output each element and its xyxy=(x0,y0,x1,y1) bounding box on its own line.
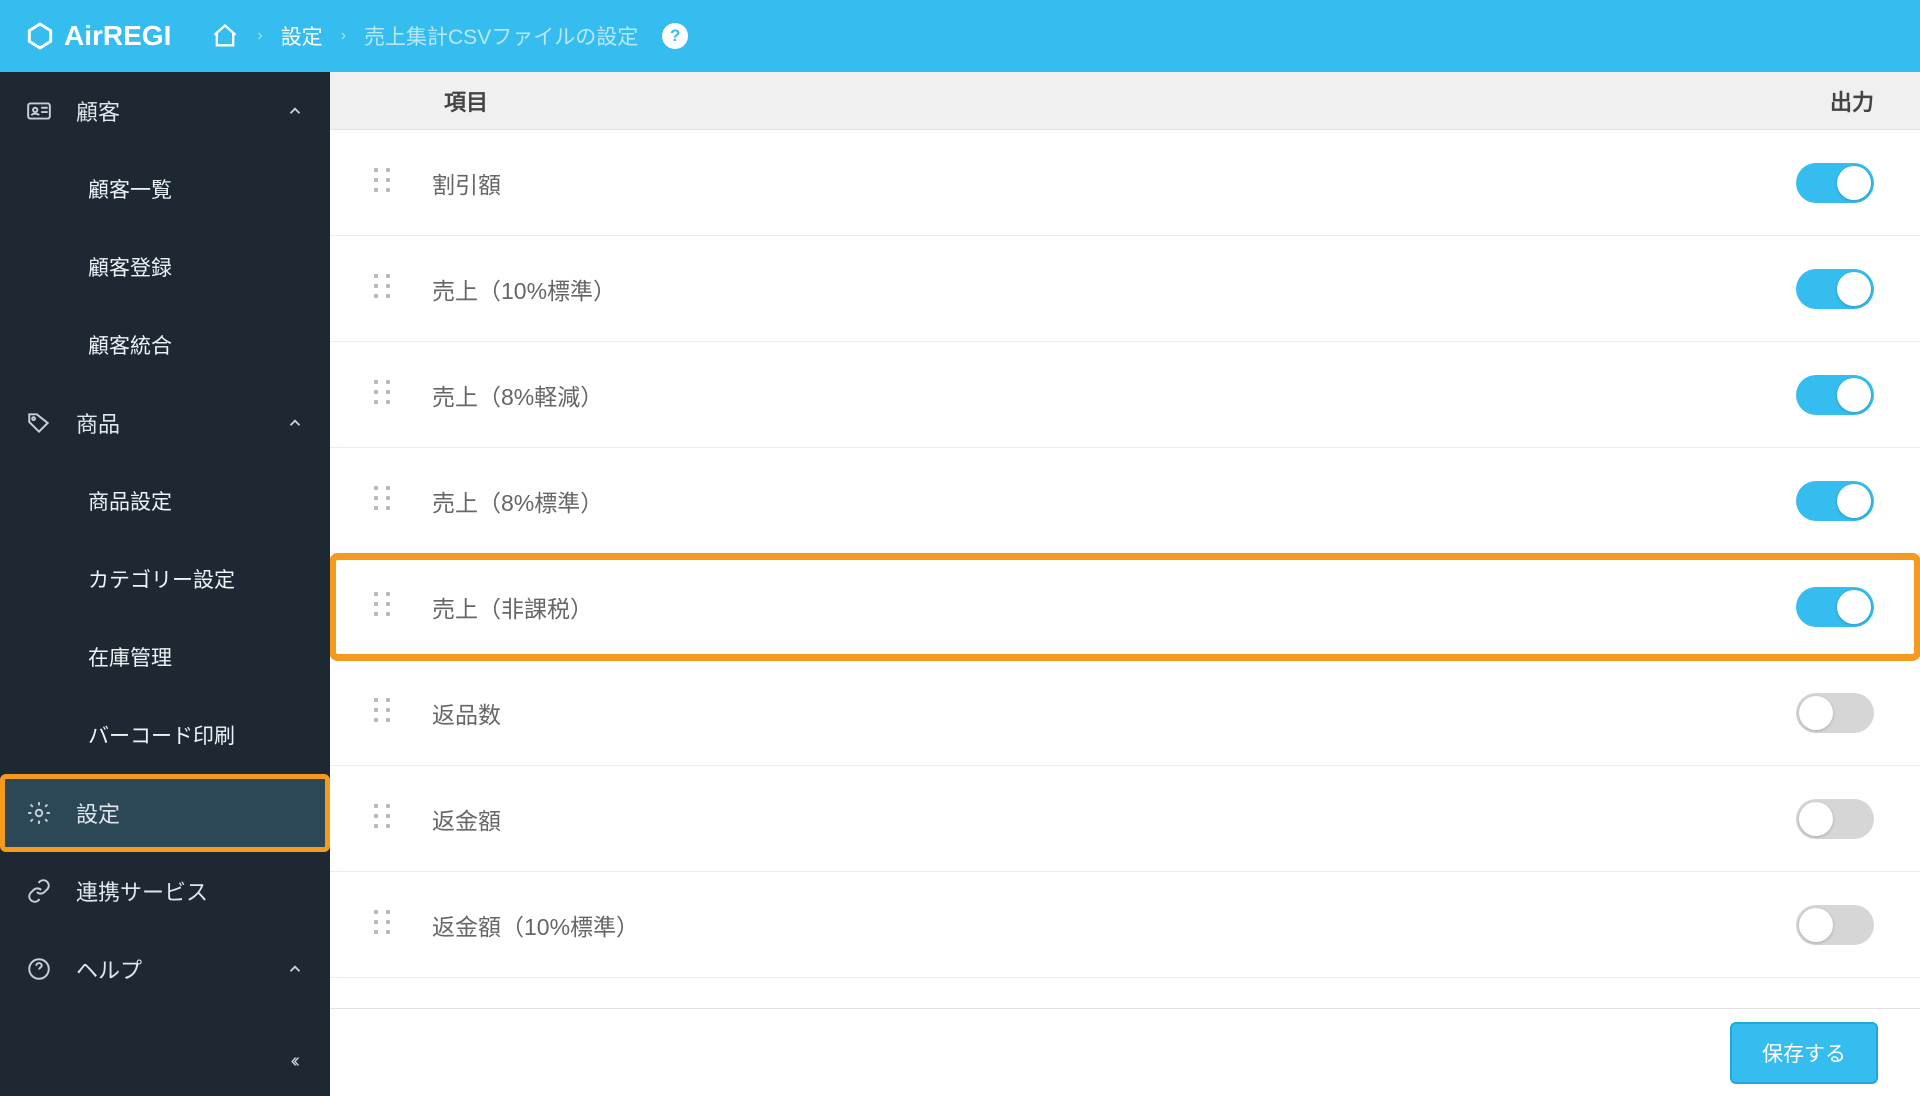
sidebar-item-help[interactable]: ヘルプ xyxy=(0,930,330,1008)
drag-handle-icon[interactable] xyxy=(374,804,394,834)
app-header: AirREGI › 設定 › 売上集計CSVファイルの設定 ? xyxy=(0,0,1920,72)
main-content: 項目 出力 割引額売上（10%標準） 売上（8%軽減） 売上（8%標準） 売上（非課税… xyxy=(330,72,1920,1096)
home-icon[interactable] xyxy=(211,22,239,50)
gear-icon xyxy=(26,800,52,826)
sidebar-item-stock[interactable]: 在庫管理 xyxy=(0,618,330,696)
sidebar: 顧客 顧客一覧 顧客登録 顧客統合 商品 商品設定 カテゴリー設定 在庫管理 バ… xyxy=(0,72,330,1096)
row-label: 売上（非課税） xyxy=(432,590,1796,624)
help-icon[interactable]: ? xyxy=(662,23,688,49)
app-logo[interactable]: AirREGI xyxy=(24,20,171,52)
sidebar-item-settings[interactable]: 設定 xyxy=(0,774,330,852)
row-label: 売上（10%標準） xyxy=(432,272,1796,306)
breadcrumb: › 設定 › 売上集計CSVファイルの設定 ? xyxy=(211,21,688,51)
table-header: 項目 出力 xyxy=(330,72,1920,130)
row-label: 返金額 xyxy=(432,802,1796,836)
table-row: 売上（8%軽減） xyxy=(330,342,1920,448)
chevron-right-icon: › xyxy=(257,27,262,45)
row-label: 返金額（10%標準） xyxy=(432,908,1796,942)
breadcrumb-settings[interactable]: 設定 xyxy=(281,21,323,51)
sidebar-item-link-services[interactable]: 連携サービス xyxy=(0,852,330,930)
chevron-right-icon: › xyxy=(341,27,346,45)
output-toggle[interactable] xyxy=(1796,375,1874,415)
row-label: 売上（8%軽減） xyxy=(432,378,1796,412)
sidebar-item-category-settings[interactable]: カテゴリー設定 xyxy=(0,540,330,618)
table-row: 売上（8%標準） xyxy=(330,448,1920,554)
save-button[interactable]: 保存する xyxy=(1730,1022,1878,1084)
output-toggle[interactable] xyxy=(1796,269,1874,309)
breadcrumb-current: 売上集計CSVファイルの設定 xyxy=(364,21,638,51)
sidebar-item-customer-register[interactable]: 顧客登録 xyxy=(0,228,330,306)
drag-handle-icon[interactable] xyxy=(374,380,394,410)
table-row: 売上（非課税） xyxy=(330,554,1920,660)
sidebar-item-customer[interactable]: 顧客 xyxy=(0,72,330,150)
drag-handle-icon[interactable] xyxy=(374,168,394,198)
row-label: 割引額 xyxy=(432,166,1796,200)
chevron-up-icon xyxy=(286,414,304,432)
table-row: 返金額 xyxy=(330,766,1920,872)
output-toggle[interactable] xyxy=(1796,163,1874,203)
output-toggle[interactable] xyxy=(1796,905,1874,945)
chevrons-left-icon: ‹‹ xyxy=(291,1050,296,1073)
logo-text: AirREGI xyxy=(64,20,171,52)
logo-icon xyxy=(24,20,56,52)
column-header-item: 項目 xyxy=(444,85,488,117)
sidebar-item-label: ヘルプ xyxy=(76,953,286,985)
sidebar-item-label: 商品 xyxy=(76,407,286,439)
chevron-up-icon xyxy=(286,960,304,978)
rows-list: 割引額売上（10%標準） 売上（8%軽減） 売上（8%標準） 売上（非課税） 返品数返金… xyxy=(330,130,1920,1008)
chevron-up-icon xyxy=(286,102,304,120)
drag-handle-icon[interactable] xyxy=(374,592,394,622)
table-row: 返金額（8%軽減） xyxy=(330,978,1920,1008)
drag-handle-icon[interactable] xyxy=(374,486,394,516)
table-row: 売上（10%標準） xyxy=(330,236,1920,342)
row-label: 売上（8%標準） xyxy=(432,484,1796,518)
column-header-output: 出力 xyxy=(1830,85,1874,117)
table-row: 返金額（10%標準） xyxy=(330,872,1920,978)
drag-handle-icon[interactable] xyxy=(374,274,394,304)
id-card-icon xyxy=(26,98,52,124)
sidebar-item-product[interactable]: 商品 xyxy=(0,384,330,462)
output-toggle[interactable] xyxy=(1796,481,1874,521)
sidebar-item-label: 顧客 xyxy=(76,95,286,127)
sidebar-item-label: 設定 xyxy=(76,797,304,829)
output-toggle[interactable] xyxy=(1796,693,1874,733)
sidebar-item-customer-list[interactable]: 顧客一覧 xyxy=(0,150,330,228)
table-row: 返品数 xyxy=(330,660,1920,766)
drag-handle-icon[interactable] xyxy=(374,910,394,940)
output-toggle[interactable] xyxy=(1796,799,1874,839)
sidebar-collapse-button[interactable]: ‹‹ xyxy=(0,1026,330,1096)
sidebar-item-customer-merge[interactable]: 顧客統合 xyxy=(0,306,330,384)
link-icon xyxy=(26,878,52,904)
drag-handle-icon[interactable] xyxy=(374,698,394,728)
row-label: 返品数 xyxy=(432,696,1796,730)
help-circle-icon xyxy=(26,956,52,982)
tag-icon xyxy=(26,410,52,436)
sidebar-item-product-settings[interactable]: 商品設定 xyxy=(0,462,330,540)
table-row: 割引額 xyxy=(330,130,1920,236)
footer: 保存する xyxy=(330,1008,1920,1096)
sidebar-item-label: 連携サービス xyxy=(76,875,304,907)
sidebar-item-barcode[interactable]: バーコード印刷 xyxy=(0,696,330,774)
output-toggle[interactable] xyxy=(1796,587,1874,627)
